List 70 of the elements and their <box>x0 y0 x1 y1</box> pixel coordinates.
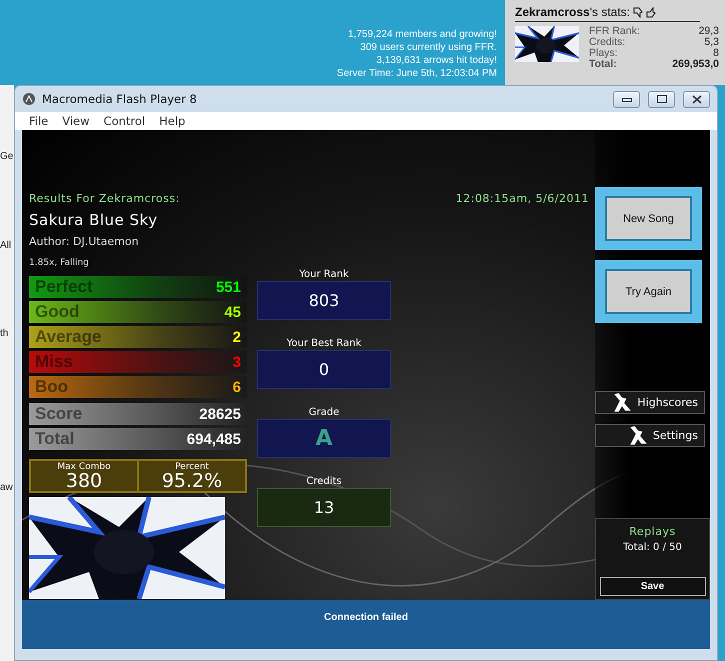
page-text-fragment: th <box>0 328 10 341</box>
menu-item[interactable]: Help <box>159 114 192 128</box>
page-text-fragment: All <box>0 240 12 253</box>
page-text-fragment: Ge <box>0 151 14 164</box>
menu-button[interactable]: Settings <box>595 424 705 447</box>
stat-value: 8 <box>712 48 719 59</box>
score-label: Total <box>35 429 74 449</box>
maximize-icon <box>656 95 666 103</box>
stat-value: 29,3 <box>698 26 719 37</box>
rank-label: Your Best Rank <box>286 338 362 350</box>
status-message: Connection failed <box>324 612 408 625</box>
site-stat-line: Server Time: June 5th, 12:03:04 PM <box>336 67 497 80</box>
score-value: 28625 <box>199 406 241 422</box>
window-title: Macromedia Flash Player 8 <box>42 92 198 106</box>
judgment-count: 45 <box>224 304 241 320</box>
page-text-fragment: aw <box>0 482 14 495</box>
play-settings: 1.85x, Falling <box>29 258 90 268</box>
summary-label: Max Combo <box>57 462 111 472</box>
minimize-button[interactable] <box>613 90 640 108</box>
menu-item[interactable]: File <box>29 114 56 128</box>
judgment-label: Average <box>35 327 102 347</box>
judgment-count: 551 <box>216 278 241 296</box>
minimize-icon <box>622 96 632 102</box>
stat-value: 269,953,0 <box>671 59 719 70</box>
thumbs-down-icon <box>633 6 644 18</box>
stat-label: Credits: <box>589 37 626 48</box>
judgment-count: 6 <box>232 378 241 396</box>
summary-value: 95.2% <box>162 472 222 490</box>
score-label: Score <box>35 404 82 424</box>
stat-label: Plays: <box>589 48 619 59</box>
rank-value: 803 <box>308 291 340 310</box>
song-title: Sakura Blue Sky <box>29 211 159 229</box>
summary-label: Percent <box>175 462 209 472</box>
rank-label: Your Rank <box>299 269 349 281</box>
rank-label: Credits <box>306 476 342 488</box>
rank-label: Grade <box>308 407 340 419</box>
menu-button[interactable]: New Song <box>595 187 702 250</box>
stat-value: 5,3 <box>703 37 719 48</box>
maximize-button[interactable] <box>648 90 675 108</box>
judgment-count: 3 <box>232 354 241 370</box>
menu-button[interactable]: Try Again <box>595 260 702 323</box>
user-stats-title: Zekramcross's stats: <box>515 5 630 19</box>
save-button[interactable]: Save <box>600 577 706 596</box>
summary-value: 380 <box>66 472 102 490</box>
site-stat-line: 309 users currently using FFR. <box>360 41 497 54</box>
judgment-label: Perfect <box>35 277 93 297</box>
rank-value: 0 <box>318 360 330 379</box>
site-stat-line: 1,759,224 members and growing! <box>348 28 497 41</box>
menu-item[interactable]: View <box>62 114 97 128</box>
song-author: Author: DJ.Utaemon <box>29 235 140 248</box>
judgment-label: Good <box>35 302 80 322</box>
results-heading: Results For Zekramcross: <box>29 192 181 205</box>
close-button[interactable] <box>683 90 710 108</box>
replays-total: Total: 0 / 50 <box>623 542 682 553</box>
stat-label: FFR Rank: <box>589 26 641 37</box>
menu-button[interactable]: Highscores <box>595 391 705 414</box>
close-icon <box>692 94 702 104</box>
rank-value: A <box>315 426 333 451</box>
site-stat-line: 3,139,631 arrows hit today! <box>376 54 497 67</box>
judgment-count: 2 <box>232 328 241 346</box>
judgment-label: Boo <box>35 377 68 397</box>
stat-label: Total: <box>589 59 618 70</box>
thumbs-up-icon <box>646 6 656 18</box>
rank-value: 13 <box>314 498 334 517</box>
replays-title: Replays <box>629 525 676 538</box>
timestamp: 12:08:15am, 5/6/2011 <box>456 192 589 205</box>
judgment-label: Miss <box>35 352 73 372</box>
score-value: 694,485 <box>186 430 241 448</box>
app-icon <box>22 92 36 106</box>
menu-item[interactable]: Control <box>104 114 152 128</box>
